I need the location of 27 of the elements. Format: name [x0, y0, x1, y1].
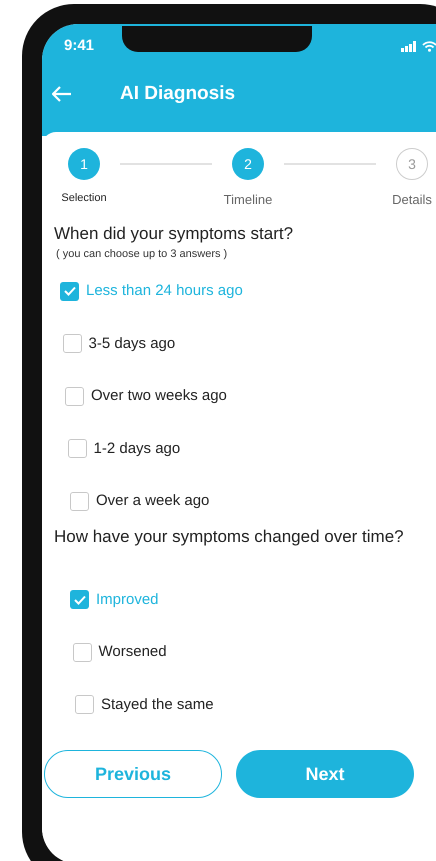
check-icon — [64, 286, 76, 296]
check-icon — [74, 594, 86, 605]
checkbox[interactable] — [70, 590, 89, 610]
checkbox[interactable] — [60, 282, 79, 301]
question-title: How have your symptoms changed over time? — [54, 526, 405, 546]
checkbox[interactable] — [70, 492, 89, 511]
checkbox[interactable] — [62, 334, 82, 354]
wifi-icon — [422, 40, 436, 52]
option-label[interactable]: Stayed the same — [101, 694, 214, 716]
signal-icon — [401, 40, 417, 52]
step-label: Selection — [61, 191, 107, 206]
status-time: 9:41 — [64, 36, 94, 56]
question-hint: ( you can choose up to 3 answers ) — [56, 246, 228, 262]
option-label[interactable]: 3-5 days ago — [88, 332, 176, 355]
question-title: When did your symptoms start? — [54, 224, 294, 244]
option-label[interactable]: Over two weeks ago — [91, 385, 227, 408]
checkbox[interactable] — [65, 386, 84, 406]
option-label[interactable]: Worsened — [98, 641, 167, 664]
checkbox[interactable] — [68, 439, 86, 458]
checkbox[interactable] — [72, 642, 92, 662]
screen-title: AI Diagnosis — [120, 82, 236, 106]
option-label[interactable]: 1-2 days ago — [94, 438, 180, 460]
checkbox[interactable] — [75, 695, 94, 714]
back-arrow-icon[interactable] — [52, 86, 72, 102]
step-label: Timeline — [224, 191, 272, 209]
step-label: Details — [392, 191, 432, 209]
option-label[interactable]: Over a week ago — [96, 490, 210, 512]
